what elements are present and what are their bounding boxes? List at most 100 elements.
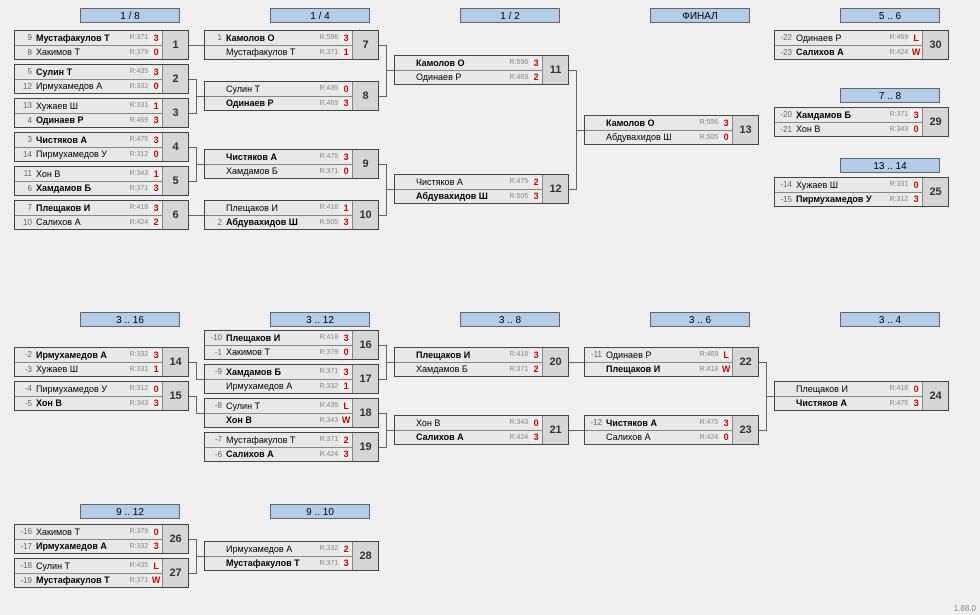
match-row: -23Салихов АR:424W bbox=[775, 46, 922, 60]
connector-line bbox=[569, 362, 584, 363]
match-row: Мустафакулов ТR:3713 bbox=[205, 557, 352, 571]
match-number: 3 bbox=[162, 99, 188, 127]
player-name: Хужаев Ш bbox=[34, 101, 120, 111]
seed: -7 bbox=[205, 435, 224, 444]
match-9[interactable]: Чистяков АR:4753Хамдамов БR:37109 bbox=[204, 149, 379, 179]
match-row: Хон ВR:3430 bbox=[395, 416, 542, 431]
connector-line bbox=[386, 413, 387, 430]
match-10[interactable]: Плещаков ИR:41812Абдувахидов ШR:505310 bbox=[204, 200, 379, 230]
player-name: Хакимов Т bbox=[34, 527, 120, 537]
match-29[interactable]: -20Хамдамов БR:3713-21Хон ВR:343029 bbox=[774, 107, 949, 137]
match-27[interactable]: -18Сулин ТR:435L-19Мустафакулов ТR:371W2… bbox=[14, 558, 189, 588]
player-rating: R:371 bbox=[310, 436, 340, 443]
match-17[interactable]: -9Хамдамов БR:3713Ирмухамедов АR:332117 bbox=[204, 364, 379, 394]
player-name: Мустафакулов Т bbox=[224, 558, 310, 568]
match-row: 6Хамдамов БR:3713 bbox=[15, 182, 162, 196]
match-row: 12Ирмухамедов АR:3320 bbox=[15, 80, 162, 94]
player-rating: R:371 bbox=[310, 368, 340, 375]
match-5[interactable]: 11Хон ВR:34316Хамдамов БR:37135 bbox=[14, 166, 189, 196]
player-name: Плещаков И bbox=[794, 384, 880, 394]
score: 1 bbox=[150, 101, 162, 111]
match-12[interactable]: Чистяков АR:4752Абдувахидов ШR:505312 bbox=[394, 174, 569, 204]
player-rating: R:331 bbox=[880, 181, 910, 188]
score: 0 bbox=[720, 432, 732, 442]
match-22[interactable]: -11Одинаев РR:469LПлещаков ИR:418W22 bbox=[584, 347, 759, 377]
match-4[interactable]: 3Чистяков АR:475314Пирмухамедов УR:31204 bbox=[14, 132, 189, 162]
match-2[interactable]: 5Сулин ТR:435312Ирмухамедов АR:33202 bbox=[14, 64, 189, 94]
match-3[interactable]: 13Хужаев ШR:33114Одинаев РR:46933 bbox=[14, 98, 189, 128]
match-23[interactable]: -12Чистяков АR:4753Салихов АR:424023 bbox=[584, 415, 759, 445]
match-16[interactable]: -10Плещаков ИR:4183-1Хакимов ТR:379016 bbox=[204, 330, 379, 360]
seed: 7 bbox=[15, 203, 34, 212]
match-19[interactable]: -7Мустафакулов ТR:3712-6Салихов АR:42431… bbox=[204, 432, 379, 462]
match-row: Ирмухамедов АR:3321 bbox=[205, 380, 352, 394]
score: 1 bbox=[150, 364, 162, 374]
connector-line bbox=[386, 430, 394, 431]
connector-line bbox=[766, 396, 767, 430]
connector-line bbox=[189, 45, 204, 46]
connector-line bbox=[196, 96, 197, 113]
seed: 11 bbox=[15, 169, 34, 178]
connector-line bbox=[386, 45, 387, 70]
connector-line bbox=[386, 189, 394, 190]
match-number: 2 bbox=[162, 65, 188, 93]
player-rating: R:371 bbox=[120, 577, 150, 584]
match-30[interactable]: -22Одинаев РR:469L-23Салихов АR:424W30 bbox=[774, 30, 949, 60]
player-rating: R:379 bbox=[310, 349, 340, 356]
seed: -17 bbox=[15, 542, 34, 551]
match-11[interactable]: Камолов ОR:5963Одинаев РR:469211 bbox=[394, 55, 569, 85]
match-number: 19 bbox=[352, 433, 378, 461]
round-label-p910: 9 .. 10 bbox=[270, 504, 370, 519]
player-name: Плещаков И bbox=[34, 203, 120, 213]
match-number: 12 bbox=[542, 175, 568, 203]
match-1[interactable]: 9Мустафакулов ТR:37138Хакимов ТR:37901 bbox=[14, 30, 189, 60]
connector-line bbox=[386, 70, 394, 71]
player-name: Абдувахидов Ш bbox=[604, 132, 690, 142]
score: 3 bbox=[340, 152, 352, 162]
score: 3 bbox=[340, 558, 352, 568]
match-26[interactable]: -16Хакимов ТR:3790-17Ирмухамедов АR:3323… bbox=[14, 524, 189, 554]
match-25[interactable]: -14Хужаев ШR:3310-15Пирмухамедов УR:3123… bbox=[774, 177, 949, 207]
player-rating: R:435 bbox=[310, 402, 340, 409]
match-20[interactable]: Плещаков ИR:4183Хамдамов БR:371220 bbox=[394, 347, 569, 377]
match-13[interactable]: Камолов ОR:5963Абдувахидов ШR:505013 bbox=[584, 115, 759, 145]
player-name: Плещаков И bbox=[224, 203, 310, 213]
score: 0 bbox=[150, 527, 162, 537]
connector-line bbox=[379, 447, 387, 448]
score: 2 bbox=[340, 544, 352, 554]
match-number: 1 bbox=[162, 31, 188, 59]
match-8[interactable]: Сулин ТR:4350Одинаев РR:46938 bbox=[204, 81, 379, 111]
score: 0 bbox=[720, 132, 732, 142]
score: 3 bbox=[910, 194, 922, 204]
player-name: Салихов А bbox=[414, 432, 500, 442]
score: 3 bbox=[150, 398, 162, 408]
player-name: Мустафакулов Т bbox=[224, 435, 310, 445]
match-21[interactable]: Хон ВR:3430Салихов АR:424321 bbox=[394, 415, 569, 445]
connector-line bbox=[576, 130, 577, 189]
round-label-p1314: 13 .. 14 bbox=[840, 158, 940, 173]
seed: -21 bbox=[775, 125, 794, 134]
score: L bbox=[720, 350, 732, 360]
connector-line bbox=[386, 362, 394, 363]
connector-line bbox=[196, 164, 197, 181]
match-row: 14Пирмухамедов УR:3120 bbox=[15, 148, 162, 162]
match-7[interactable]: 1Камолов ОR:5963Мустафакулов ТR:37117 bbox=[204, 30, 379, 60]
connector-line bbox=[189, 573, 197, 574]
match-28[interactable]: Ирмухамедов АR:3322Мустафакулов ТR:37132… bbox=[204, 541, 379, 571]
player-rating: R:379 bbox=[120, 528, 150, 535]
player-name: Плещаков И bbox=[224, 333, 310, 343]
player-rating: R:379 bbox=[120, 49, 150, 56]
player-name: Салихов А bbox=[794, 47, 880, 57]
match-15[interactable]: -4Пирмухамедов УR:3120-5Хон ВR:343315 bbox=[14, 381, 189, 411]
match-14[interactable]: -2Ирмухамедов АR:3323-3Хужаев ШR:331114 bbox=[14, 347, 189, 377]
match-24[interactable]: Плещаков ИR:4180Чистяков АR:475324 bbox=[774, 381, 949, 411]
player-rating: R:343 bbox=[120, 170, 150, 177]
player-name: Мустафакулов Т bbox=[34, 33, 120, 43]
player-rating: R:332 bbox=[120, 83, 150, 90]
match-6[interactable]: 7Плещаков ИR:418310Салихов АR:42426 bbox=[14, 200, 189, 230]
match-row: -16Хакимов ТR:3790 bbox=[15, 525, 162, 540]
match-18[interactable]: -8Сулин ТR:435LХон ВR:343W18 bbox=[204, 398, 379, 428]
connector-line bbox=[766, 396, 774, 397]
player-name: Хон В bbox=[414, 418, 500, 428]
match-number: 18 bbox=[352, 399, 378, 427]
